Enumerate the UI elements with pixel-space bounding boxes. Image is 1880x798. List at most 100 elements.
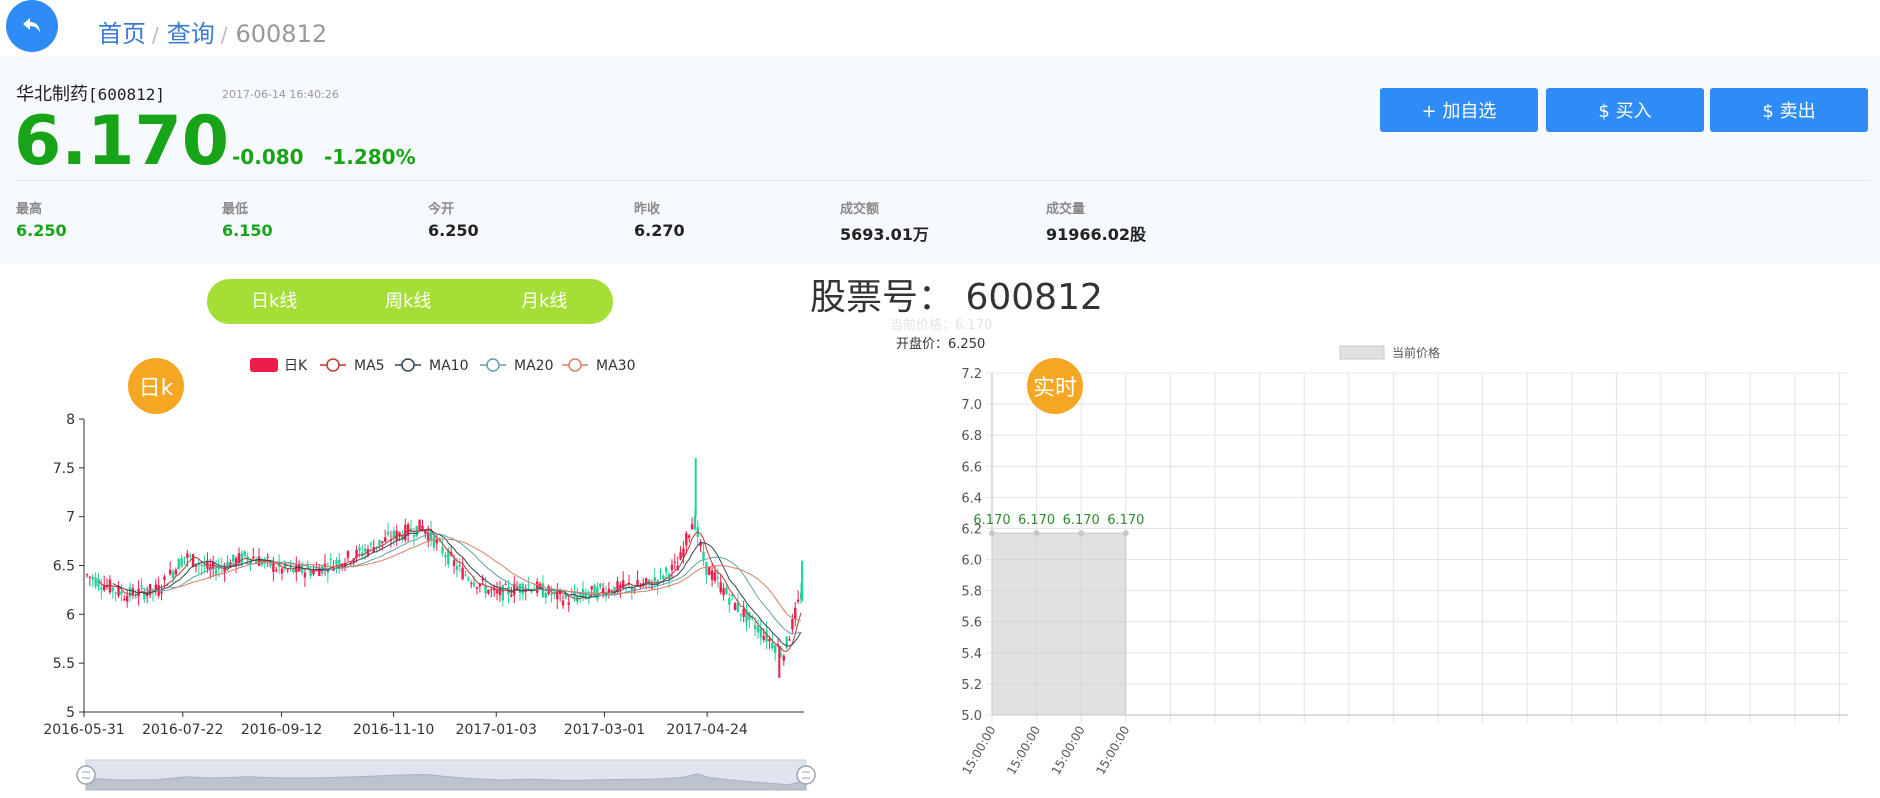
candle-body (467, 578, 470, 580)
breadcrumb-home[interactable]: 首页 (98, 20, 146, 48)
data-point (1122, 530, 1129, 537)
candle-body (114, 592, 117, 594)
candle-body (791, 618, 794, 630)
sell-button[interactable]: $ 卖出 (1710, 88, 1868, 132)
breadcrumb-query[interactable]: 查询 (167, 20, 215, 48)
candle-body (544, 592, 547, 598)
candle-body (418, 519, 421, 531)
tab-monthly-k[interactable]: 月k线 (521, 279, 567, 324)
legend-swatch (1339, 345, 1385, 360)
y-tick-label: 6.8 (961, 429, 982, 444)
legend-label: MA10 (429, 358, 468, 374)
y-tick-label: 7.5 (53, 461, 75, 477)
legend-swatch-marker (568, 358, 582, 372)
legend-swatch (250, 358, 278, 372)
stat-label: 昨收 (634, 202, 661, 217)
candle-body (470, 583, 473, 585)
top-bar: 首页 / 查询/600812 (0, 0, 1880, 56)
breadcrumb-separator: / (152, 23, 159, 47)
candle-body (713, 572, 717, 581)
candle-body (444, 555, 447, 558)
zoom-handle-left[interactable] (76, 765, 96, 785)
candle-body (756, 626, 760, 633)
stat-label: 最低 (222, 202, 249, 217)
data-label: 6.170 (973, 513, 1010, 528)
data-point (989, 530, 995, 537)
candle-body (94, 577, 97, 587)
candle-body (708, 567, 711, 576)
candle-body (636, 579, 639, 586)
candle-body (796, 599, 800, 602)
candle-body (739, 613, 742, 616)
candle-body (687, 535, 691, 538)
candle-body (742, 608, 745, 618)
stat-value: 6.250 (16, 221, 67, 240)
stat-value: 6.250 (428, 221, 479, 240)
kline-tab-group: 日k线 周k线 月k线 (207, 279, 613, 324)
current-price-text: 当前价格： (890, 318, 956, 333)
x-tick-label: 2017-03-01 (564, 722, 645, 738)
y-tick-label: 5.8 (961, 585, 982, 600)
candle-body (303, 572, 307, 578)
candle-body (490, 589, 493, 591)
current-price: 6.170 (14, 102, 230, 181)
candle-body (363, 548, 367, 552)
candle-body (472, 582, 476, 587)
candle-body (214, 569, 218, 576)
candle-body (432, 536, 436, 548)
stat-prev-close: 昨收 6.270 (634, 198, 685, 240)
y-tick-label: 6.6 (961, 460, 982, 475)
x-tick-label: 2016-05-31 (43, 722, 124, 738)
y-tick-label: 5.5 (53, 656, 75, 672)
tab-daily-k[interactable]: 日k线 (251, 279, 297, 324)
y-tick-label: 6.0 (961, 554, 982, 569)
candle-body (240, 553, 244, 564)
candle-body (710, 570, 714, 580)
candle-body (163, 576, 166, 580)
candle-body (693, 516, 697, 530)
zoom-handle-right[interactable] (796, 765, 816, 785)
candle-body (186, 553, 189, 558)
data-label: 6.170 (1107, 513, 1144, 528)
candle-body (685, 533, 688, 546)
candle-body (441, 547, 444, 554)
x-tick-label: 2017-01-03 (456, 722, 537, 738)
candle-body (168, 569, 172, 575)
buy-button[interactable]: $ 买入 (1546, 88, 1704, 132)
candle-body (266, 556, 269, 558)
candle-body (464, 574, 467, 576)
stat-low: 最低 6.150 (222, 198, 273, 240)
candle-body (174, 569, 178, 575)
candle-body (788, 639, 791, 641)
candle-body (458, 564, 461, 567)
legend-label: 当前价格 (1392, 345, 1440, 360)
tab-weekly-k[interactable]: 周k线 (385, 279, 431, 324)
candle-body (243, 551, 246, 557)
candle-body (794, 607, 797, 620)
candle-body (346, 551, 350, 558)
candle-body (189, 555, 192, 557)
breadcrumb: 首页 / 查询/600812 (98, 14, 327, 49)
x-tick-label: 2017-04-24 (666, 722, 747, 738)
add-watchlist-button[interactable]: + 加自选 (1380, 88, 1538, 132)
candle-body (670, 564, 674, 571)
back-button[interactable] (6, 0, 58, 52)
current-price-label: 当前价格：6.170 (890, 314, 992, 333)
legend-swatch-marker (486, 358, 500, 372)
candle-body (510, 594, 513, 597)
x-tick-label: 15:00:00 (1049, 724, 1088, 778)
legend-label: MA20 (514, 358, 553, 374)
candle-body (177, 559, 180, 570)
candle-body (495, 590, 499, 594)
candle-body (501, 585, 504, 601)
candle-body (88, 576, 92, 578)
candle-body (381, 541, 384, 543)
y-tick-label: 6.4 (961, 491, 982, 506)
candle-body (455, 565, 459, 570)
daily-k-chart: 日K MA5 MA10 MA20 MA30 5 5.5 6 6.5 7 7.5 8 2016-05-31… (43, 358, 816, 791)
y-tick-label: 5.0 (961, 709, 982, 724)
data-label: 6.170 (1063, 513, 1100, 528)
stat-value: 6.270 (634, 221, 685, 240)
candle-body (134, 596, 137, 598)
candle-body (659, 571, 662, 573)
